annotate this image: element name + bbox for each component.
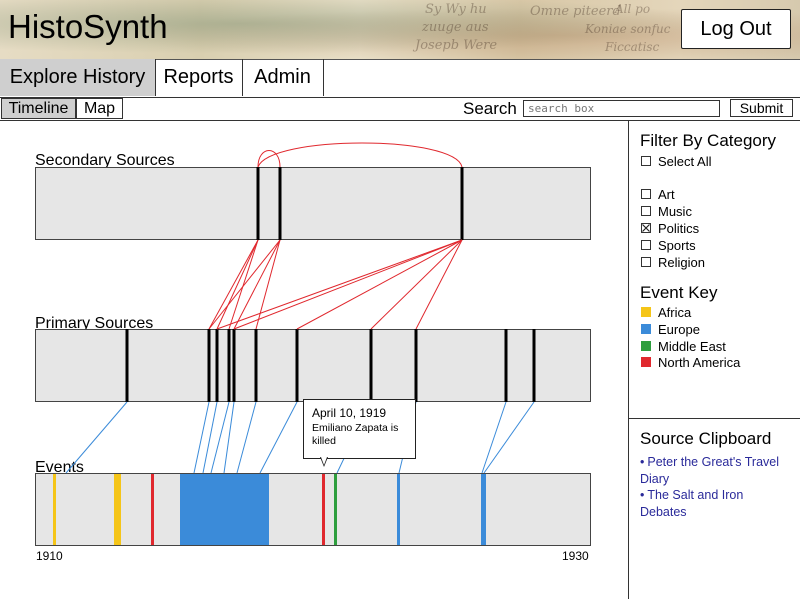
- link-line: [483, 401, 535, 474]
- link-line: [259, 401, 298, 474]
- event-tooltip: April 10, 1919 Emiliano Zapata is killed: [303, 399, 416, 459]
- link-arc: [257, 150, 281, 168]
- timeline-graphics: [53, 142, 536, 545]
- link-line: [210, 401, 230, 474]
- event-marker-europe[interactable]: [397, 474, 400, 545]
- event-marker-north-america[interactable]: [151, 474, 154, 545]
- link-line: [65, 401, 128, 474]
- axis-start-year: 1910: [36, 549, 63, 563]
- event-marker-africa[interactable]: [114, 474, 121, 545]
- link-line: [481, 401, 507, 474]
- link-line: [370, 239, 463, 330]
- link-line: [223, 401, 235, 474]
- link-line: [296, 239, 463, 330]
- event-marker-europe-range[interactable]: [180, 474, 269, 545]
- tooltip-date: April 10, 1919: [312, 406, 387, 420]
- tooltip-description: Emiliano Zapata is killed: [312, 422, 399, 447]
- link-line: [202, 401, 218, 474]
- event-marker-north-america[interactable]: [322, 474, 325, 545]
- axis-end-year: 1930: [562, 549, 589, 563]
- event-marker-europe[interactable]: [481, 474, 486, 545]
- link-arc: [257, 142, 463, 168]
- tooltip-tail-inner: [321, 457, 327, 465]
- link-line: [216, 239, 259, 330]
- link-line: [415, 239, 463, 330]
- event-marker-africa[interactable]: [53, 474, 56, 545]
- event-marker-middle-east[interactable]: [334, 474, 337, 545]
- link-line: [233, 239, 281, 330]
- link-line: [236, 401, 257, 474]
- link-line: [193, 401, 210, 474]
